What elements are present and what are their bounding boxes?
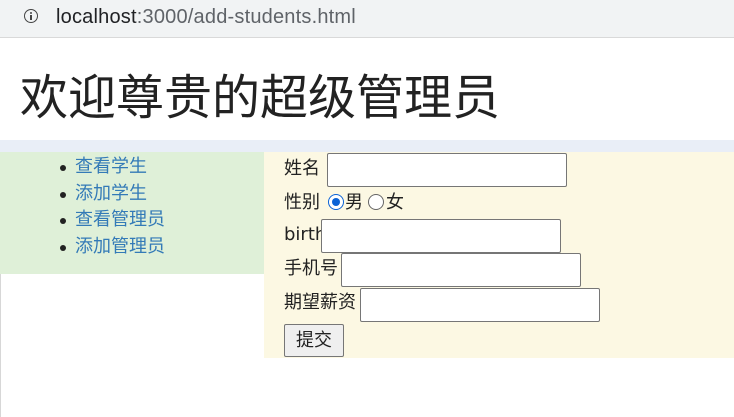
submit-button[interactable]: 提交: [284, 324, 344, 357]
sidebar-menu: 查看学生 添加学生 查看管理员 添加管理员: [60, 154, 165, 261]
gender-female-label: 女: [386, 192, 404, 213]
sidebar-item-view-admins: 查看管理员: [60, 207, 165, 234]
sidebar-item-add-students: 添加学生: [60, 181, 165, 208]
name-label: 姓名: [284, 158, 320, 179]
url-text[interactable]: localhost:3000/add-students.html: [56, 5, 356, 29]
gender-male-label: 男: [345, 192, 363, 213]
salary-label: 期望薪资: [284, 292, 356, 313]
sidebar-item-view-students: 查看学生: [60, 154, 165, 181]
header-divider-strip: [0, 140, 734, 152]
browser-address-bar: localhost:3000/add-students.html: [0, 0, 734, 38]
gender-female-radio[interactable]: [368, 194, 384, 210]
name-input[interactable]: [327, 153, 567, 187]
address-pill[interactable]: localhost:3000/add-students.html: [0, 0, 734, 36]
info-icon[interactable]: [24, 9, 38, 23]
add-admins-link[interactable]: 添加管理员: [75, 236, 165, 257]
url-host: localhost: [56, 6, 137, 28]
view-students-link[interactable]: 查看学生: [75, 156, 147, 177]
phone-input[interactable]: [341, 253, 581, 287]
gender-male-radio[interactable]: [328, 194, 344, 210]
url-path: :3000/add-students.html: [136, 6, 356, 28]
birth-label: birth: [284, 224, 327, 245]
phone-label: 手机号: [284, 258, 338, 279]
add-students-link[interactable]: 添加学生: [75, 183, 147, 204]
sidebar-item-add-admins: 添加管理员: [60, 234, 165, 261]
page-title: 欢迎尊贵的超级管理员: [20, 70, 501, 126]
gender-label: 性别: [284, 192, 320, 213]
birth-input[interactable]: [321, 219, 561, 253]
page-left-border: [0, 274, 1, 417]
salary-input[interactable]: [360, 288, 600, 322]
view-admins-link[interactable]: 查看管理员: [75, 209, 165, 230]
